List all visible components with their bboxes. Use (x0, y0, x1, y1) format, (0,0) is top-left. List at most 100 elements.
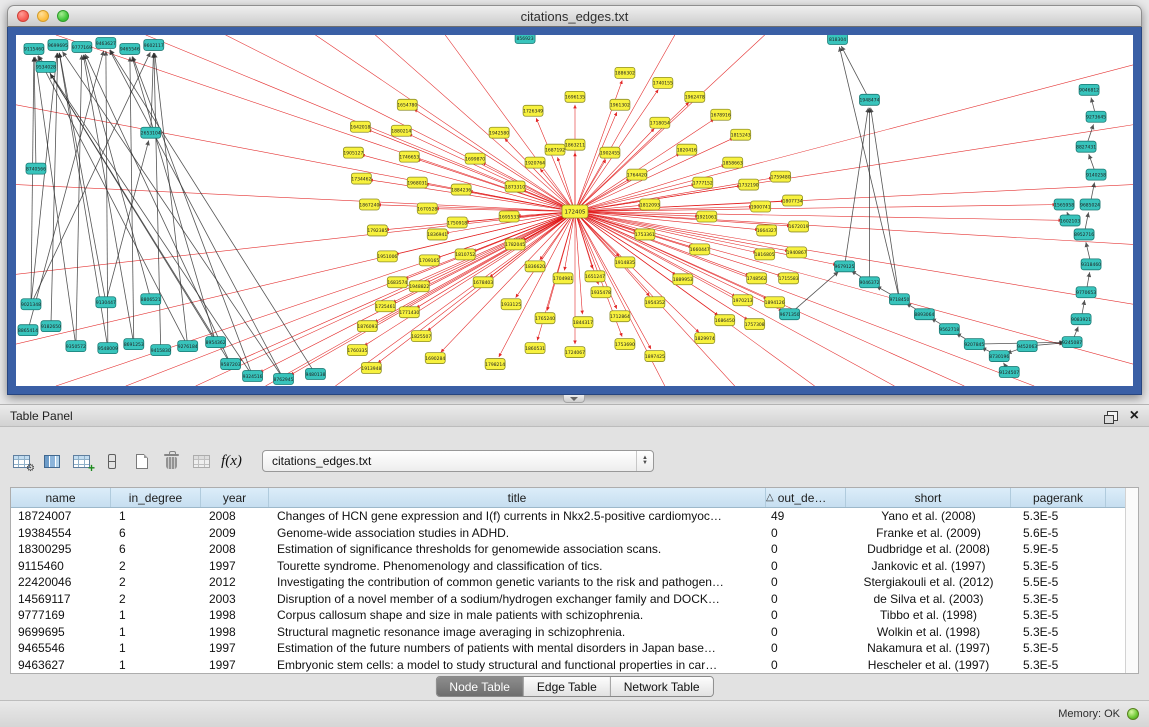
graph-node[interactable]: 9679125 (835, 261, 855, 272)
graph-node[interactable]: 1748562 (747, 273, 767, 284)
graph-node[interactable]: 1651247 (585, 271, 605, 282)
graph-node[interactable]: 9463627 (96, 37, 116, 48)
toolbar-table-mode-button[interactable] (8, 448, 35, 474)
graph-node[interactable]: 1825507 (411, 331, 431, 342)
graph-node[interactable]: 1792385 (367, 225, 387, 236)
graph-node[interactable]: 8893064 (914, 309, 934, 320)
toolbar-import-table-button[interactable] (188, 448, 215, 474)
graph-node[interactable]: 1757308 (745, 319, 765, 330)
table-row[interactable]: 1872400712008Changes of HCN gene express… (11, 508, 1138, 525)
graph-node[interactable]: 9115460 (24, 43, 44, 54)
graph-node[interactable]: 1820416 (677, 144, 697, 155)
graph-node[interactable]: 1913948 (361, 363, 381, 374)
tab-edge-table[interactable]: Edge Table (524, 677, 611, 696)
graph-node[interactable]: 1664327 (757, 225, 777, 236)
graph-node[interactable]: 1884236 (451, 184, 471, 195)
graph-node[interactable]: 9207845 (964, 339, 984, 350)
graph-node[interactable]: 1734462 (351, 173, 371, 184)
graph-node[interactable]: 1750918 (447, 217, 467, 228)
panel-splitter-handle[interactable] (563, 395, 585, 403)
column-header-in_degree[interactable]: in_degree (111, 488, 201, 507)
table-row[interactable]: 969969511998Structural magnetic resonanc… (11, 624, 1138, 641)
graph-node[interactable]: 9777169 (72, 41, 92, 52)
table-row[interactable]: 1456911722003Disruption of a novel membe… (11, 591, 1138, 608)
table-row[interactable]: 977716911998Corpus callosum shape and si… (11, 607, 1138, 624)
graph-node[interactable]: 9318460 (1081, 259, 1101, 270)
graph-node[interactable]: 1753690 (615, 339, 635, 350)
graph-node[interactable]: 9602117 (144, 39, 164, 50)
graph-node[interactable]: 1961302 (610, 99, 630, 110)
graph-node[interactable]: 1699870 (465, 153, 485, 164)
graph-node[interactable]: 9182650 (41, 321, 61, 332)
graph-node[interactable]: 2653104 (141, 127, 161, 138)
graph-node[interactable]: 9324516 (243, 371, 263, 382)
graph-node[interactable]: 9273645 (1086, 111, 1106, 122)
graph-node[interactable]: 1812093 (640, 199, 660, 210)
graph-node[interactable]: 1968031 (407, 177, 427, 188)
vertical-scrollbar[interactable] (1125, 488, 1138, 673)
graph-node[interactable]: 1889953 (673, 274, 693, 285)
graph-node[interactable]: 1753361 (635, 229, 655, 240)
graph-node[interactable]: 1954352 (645, 297, 665, 308)
graph-node[interactable]: 1726349 (523, 105, 543, 116)
toolbar-new-column-button[interactable] (68, 448, 95, 474)
toolbar-function-builder-button[interactable]: f(x) (218, 448, 245, 474)
graph-node[interactable]: 1686450 (715, 315, 735, 326)
graph-node[interactable]: 8740566 (26, 163, 46, 174)
minimize-button[interactable] (37, 10, 49, 22)
graph-node[interactable]: 1678403 (473, 277, 493, 288)
graph-node[interactable]: 1905127 (343, 147, 363, 158)
graph-node[interactable]: 1764420 (627, 169, 647, 180)
graph-node[interactable]: 1897425 (645, 351, 665, 362)
graph-node[interactable]: 9140258 (1086, 169, 1106, 180)
graph-node[interactable]: 8730196 (989, 351, 1009, 362)
graph-node[interactable]: 1715583 (779, 273, 799, 284)
graph-node[interactable]: 8865414 (18, 325, 38, 336)
graph-node[interactable]: 9699695 (48, 39, 68, 50)
window-titlebar[interactable]: citations_edges.txt (7, 5, 1142, 27)
graph-node[interactable]: 9452063 (1017, 341, 1037, 352)
graph-node[interactable]: 8952716 (1074, 229, 1094, 240)
column-header-short[interactable]: short (846, 488, 1011, 507)
graph-node[interactable]: 1970213 (733, 295, 753, 306)
graph-node[interactable]: 8762945 (274, 374, 294, 385)
graph-node[interactable]: 1948474 (859, 94, 879, 105)
column-header-pagerank[interactable]: pagerank (1011, 488, 1106, 507)
graph-node[interactable]: 1807734 (783, 195, 803, 206)
graph-node[interactable]: 9046372 (859, 277, 879, 288)
graph-node[interactable]: 856923 (515, 35, 535, 43)
graph-node[interactable]: 1672019 (789, 221, 809, 232)
graph-node[interactable]: 1670528 (417, 203, 437, 214)
graph-node[interactable]: 1876093 (357, 321, 377, 332)
graph-node[interactable]: 1732190 (739, 179, 759, 190)
graph-node[interactable]: 1759480 (771, 171, 791, 182)
graph-node[interactable]: 1940867 (787, 247, 807, 258)
graph-node[interactable]: 1760335 (347, 345, 367, 356)
graph-node[interactable]: 9083921 (1071, 314, 1091, 325)
table-row[interactable]: 1830029562008Estimation of significance … (11, 541, 1138, 558)
graph-node[interactable]: 1718054 (650, 117, 670, 128)
table-row[interactable]: 911546021997Tourette syndrome. Phenomeno… (11, 558, 1138, 575)
table-row[interactable]: 946554611997Estimation of the future num… (11, 640, 1138, 657)
graph-node[interactable]: 1951006 (377, 251, 397, 262)
graph-node[interactable]: 8954362 (206, 337, 226, 348)
table-row[interactable]: 2242004622012Investigating the contribut… (11, 574, 1138, 591)
toolbar-show-columns-button[interactable] (38, 448, 65, 474)
graph-node[interactable]: 9770653 (1076, 287, 1096, 298)
graph-node[interactable]: 1746653 (399, 151, 419, 162)
graph-node[interactable]: 1836620 (525, 261, 545, 272)
graph-node[interactable]: 1565958 (1054, 199, 1074, 210)
citation-network-graph[interactable]: 1724051863211190245517644201812093175336… (16, 35, 1133, 386)
graph-node[interactable]: 1886302 (615, 67, 635, 78)
graph-node[interactable]: 1654780 (397, 99, 417, 110)
graph-node[interactable]: 1782045 (505, 239, 525, 250)
graph-node[interactable]: 1712864 (610, 311, 630, 322)
graph-node[interactable]: 9534028 (36, 61, 56, 72)
graph-node[interactable]: 9480138 (305, 369, 325, 380)
graph-node[interactable]: 9562718 (939, 324, 959, 335)
graph-node[interactable]: 1920764 (525, 157, 545, 168)
graph-node[interactable]: 1690284 (425, 353, 445, 364)
graph-node[interactable]: 1696135 (565, 91, 585, 102)
graph-node[interactable]: 9124507 (999, 367, 1019, 378)
graph-node[interactable]: 9718450 (889, 294, 909, 305)
